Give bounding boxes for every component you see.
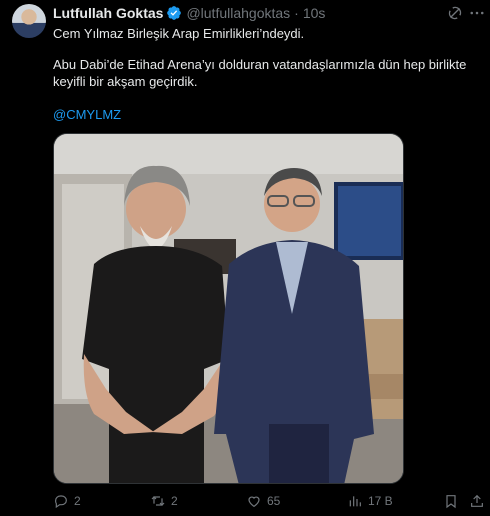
tweet-text-line-1: Cem Yılmaz Birleşik Arap Emirlikleri’nde… [53, 26, 305, 41]
like-icon [248, 496, 260, 508]
reply-button[interactable]: 2 [53, 490, 81, 512]
photo-image [54, 134, 403, 483]
views-button[interactable]: 17 B [347, 490, 393, 512]
tweet-photo[interactable] [53, 133, 404, 484]
retweet-button[interactable]: 2 [150, 490, 178, 512]
views-count: 17 B [368, 494, 393, 508]
bookmark-icon [446, 495, 456, 509]
retweet-count: 2 [171, 494, 178, 508]
action-bar: 2 2 65 17 B [53, 490, 490, 512]
verified-badge-icon [167, 6, 182, 20]
grok-icon[interactable] [446, 4, 464, 22]
share-button[interactable] [469, 490, 490, 512]
tweet-text-line-2: Abu Dabi’de Etihad Arena’yı dolduran vat… [53, 57, 467, 89]
reply-icon [54, 495, 67, 509]
bookmark-button[interactable] [443, 490, 464, 512]
tweet-header: Lutfullah Goktas @lutfullahgoktas · 10s [53, 4, 325, 22]
retweet-icon [151, 496, 165, 506]
more-icon[interactable] [468, 4, 486, 22]
timestamp[interactable]: 10s [303, 5, 326, 21]
author-handle[interactable]: @lutfullahgoktas [186, 5, 290, 21]
avatar[interactable] [12, 4, 46, 38]
reply-count: 2 [74, 494, 81, 508]
author-name[interactable]: Lutfullah Goktas [53, 5, 163, 21]
views-icon [349, 496, 361, 507]
tweet[interactable]: Lutfullah Goktas @lutfullahgoktas · 10s … [0, 0, 490, 516]
like-count: 65 [267, 494, 281, 508]
like-button[interactable]: 65 [246, 490, 280, 512]
share-icon [471, 494, 483, 507]
separator-dot: · [294, 5, 299, 21]
mention-link[interactable]: @CMYLMZ [53, 106, 121, 123]
